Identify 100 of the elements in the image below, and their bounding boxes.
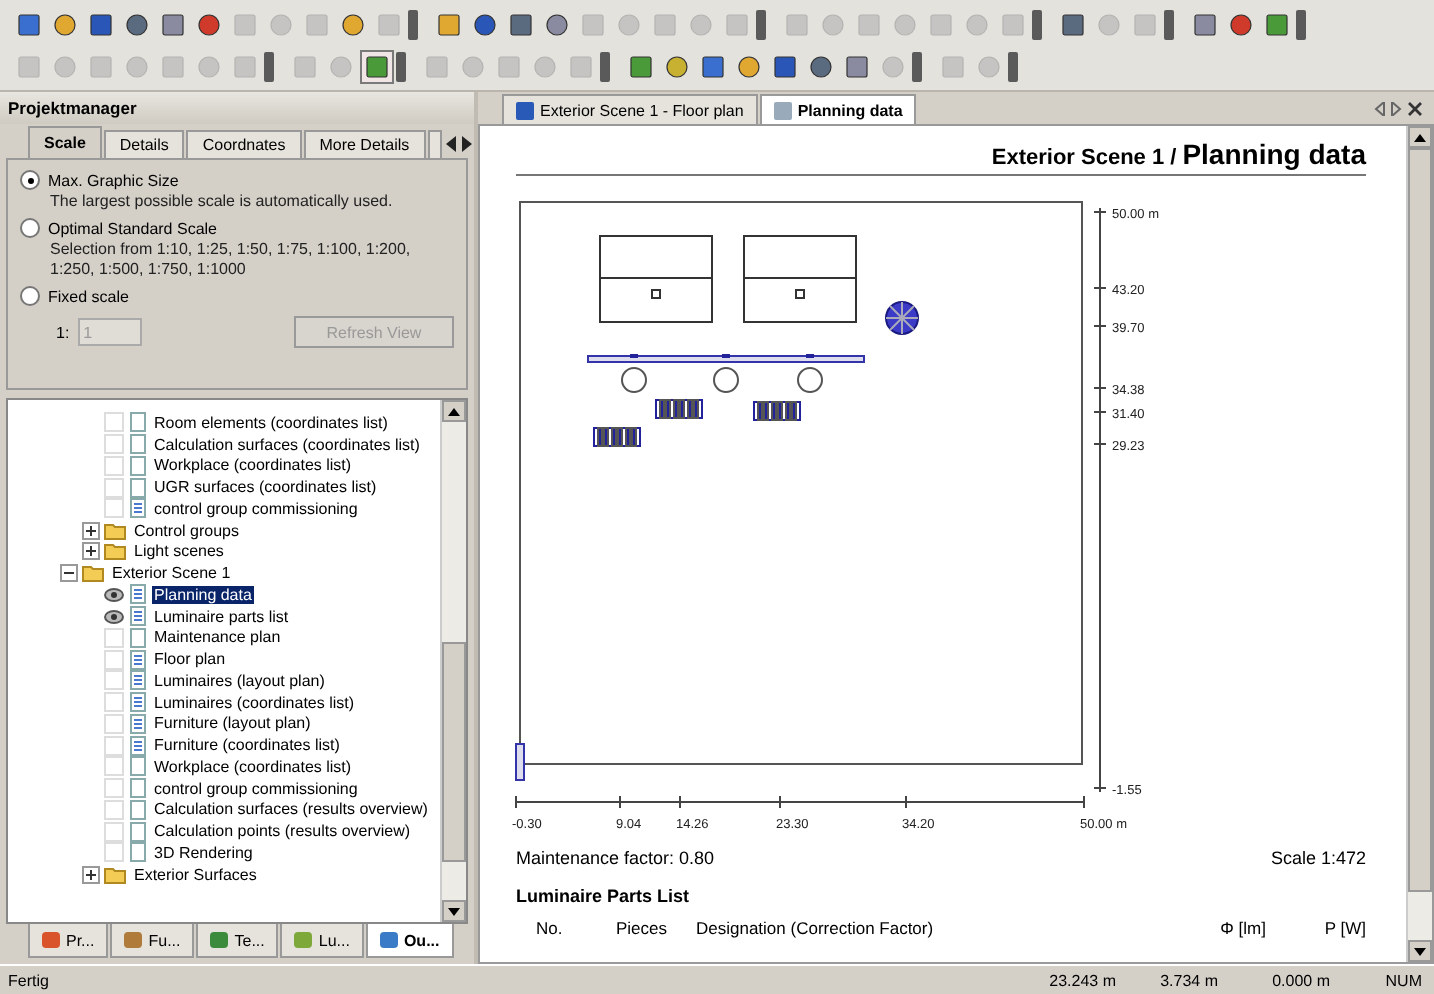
tree-item[interactable]: UGR surfaces (coordinates list) [152, 478, 379, 497]
tool-icon [568, 54, 594, 80]
tool-icon [892, 12, 918, 38]
tree-item[interactable]: Exterior Surfaces [132, 865, 259, 884]
scroll-up-icon [1414, 133, 1426, 141]
toolbar-button[interactable] [120, 8, 154, 42]
tree-item[interactable]: Luminaires (layout plan) [152, 671, 327, 690]
toolbar-button[interactable] [1224, 8, 1258, 42]
radio-button[interactable] [20, 286, 40, 306]
toolbar-grip[interactable] [396, 52, 406, 82]
status-y: 3.734 m [1158, 971, 1220, 989]
toolbar-button[interactable] [624, 50, 658, 84]
tree-item[interactable]: Control groups [132, 521, 241, 540]
tree-item[interactable]: Floor plan [152, 650, 228, 669]
tool-icon [964, 12, 990, 38]
tab[interactable]: Coordnates [186, 130, 302, 158]
tree-item[interactable]: control group commissioning [152, 779, 360, 798]
toolbar-button[interactable] [804, 50, 838, 84]
tool-icon [736, 54, 762, 80]
toolbar-button[interactable] [732, 50, 766, 84]
tab[interactable]: Ou... [365, 924, 454, 958]
tree-item[interactable]: Luminaire parts list [152, 607, 291, 626]
tree-item[interactable]: Exterior Scene 1 [110, 564, 233, 583]
left-arrow-icon[interactable] [446, 136, 456, 152]
document-tab[interactable]: Planning data [759, 94, 917, 124]
toolbar-grip[interactable] [264, 52, 274, 82]
toolbar-button[interactable] [696, 50, 730, 84]
toolbar-button[interactable] [48, 8, 82, 42]
tab-scroll-icon[interactable] [1374, 101, 1402, 115]
toolbar-grip[interactable] [1164, 10, 1174, 40]
toolbar-button[interactable] [1056, 8, 1090, 42]
expand-icon[interactable] [82, 542, 100, 561]
toolbar-grip[interactable] [408, 10, 418, 40]
toolbar-button[interactable] [468, 8, 502, 42]
tree-item[interactable]: Maintenance plan [152, 628, 283, 647]
folder-icon [104, 521, 126, 540]
collapse-icon[interactable] [60, 564, 78, 583]
toolbar-button[interactable] [192, 8, 226, 42]
tool-icon [232, 12, 258, 38]
tree-item[interactable]: Furniture (layout plan) [152, 714, 313, 733]
toolbar-button[interactable] [156, 8, 190, 42]
tab[interactable]: Details [103, 130, 185, 158]
tree-item[interactable]: Workplace (coordinates list) [152, 757, 354, 776]
tree-item[interactable]: 3D Rendering [152, 843, 255, 862]
tab[interactable]: Lu... [280, 924, 364, 958]
toolbar-grip[interactable] [1032, 10, 1042, 40]
tree-item[interactable]: control group commissioning [152, 499, 360, 518]
expand-icon[interactable] [82, 521, 100, 540]
toolbar-button[interactable] [660, 50, 694, 84]
scrollbar[interactable] [1406, 126, 1432, 962]
toolbar-grip[interactable] [912, 52, 922, 82]
radio-button[interactable] [20, 218, 40, 238]
tree-item[interactable]: Workplace (coordinates list) [152, 456, 354, 475]
toolbar-button[interactable] [1188, 8, 1222, 42]
toolbar-button[interactable] [504, 8, 538, 42]
tool-icon [844, 54, 870, 80]
toolbar-button[interactable] [840, 50, 874, 84]
toolbar-grip[interactable] [1008, 52, 1018, 82]
toolbar-button[interactable] [768, 50, 802, 84]
tab[interactable]: Te... [196, 924, 279, 958]
tree-item[interactable]: Planning data [152, 585, 254, 604]
tool-icon [544, 12, 570, 38]
toolbar-button[interactable] [540, 8, 574, 42]
panel-title: Projektmanager [0, 92, 474, 124]
tool-icon [616, 12, 642, 38]
tab[interactable]: More Details [303, 130, 426, 158]
tool-icon [628, 54, 654, 80]
toolbar-button[interactable] [12, 8, 46, 42]
tab[interactable]: Scale [28, 126, 102, 158]
toolbar-button[interactable] [432, 8, 466, 42]
column-header: Designation (Correction Factor) [696, 918, 936, 938]
toolbar-button[interactable] [1260, 8, 1294, 42]
tree-item[interactable]: Calculation surfaces (coordinates list) [152, 435, 422, 454]
column-header: Φ [lm] [1218, 918, 1266, 938]
expand-icon[interactable] [82, 865, 100, 884]
heading-prefix: Exterior Scene 1 / [991, 146, 1177, 170]
toolbar-button[interactable] [84, 8, 118, 42]
tab[interactable]: Pr... [28, 924, 109, 958]
scrollbar[interactable] [440, 400, 466, 922]
tool-icon [328, 54, 354, 80]
toolbar-grip[interactable] [600, 52, 610, 82]
tool-icon [292, 54, 318, 80]
tool-icon [16, 12, 42, 38]
tool-icon [304, 12, 330, 38]
tool-icon [652, 12, 678, 38]
tree-item[interactable]: Calculation points (results overview) [152, 822, 413, 841]
tree-item[interactable]: Calculation surfaces (results overview) [152, 800, 430, 819]
toolbar-grip[interactable] [756, 10, 766, 40]
close-icon[interactable] [1408, 101, 1422, 115]
toolbar-grip[interactable] [1296, 10, 1306, 40]
toolbar-button[interactable] [360, 50, 394, 84]
tool-icon [124, 54, 150, 80]
tree-item[interactable]: Furniture (coordinates list) [152, 736, 342, 755]
tree-item[interactable]: Light scenes [132, 542, 226, 561]
tree-item[interactable]: Luminaires (coordinates list) [152, 693, 357, 712]
radio-button[interactable] [20, 170, 40, 190]
document-tab[interactable]: Exterior Scene 1 - Floor plan [502, 94, 758, 124]
tab[interactable]: Fu... [110, 924, 195, 958]
tree-item[interactable]: Room elements (coordinates list) [152, 413, 390, 432]
toolbar-button[interactable] [336, 8, 370, 42]
